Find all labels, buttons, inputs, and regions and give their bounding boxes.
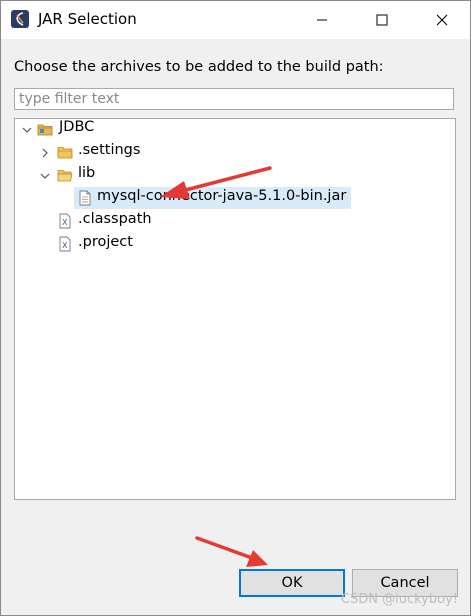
close-button[interactable] bbox=[415, 1, 469, 39]
tree-item-lib[interactable]: lib bbox=[78, 165, 95, 181]
title-bar[interactable]: JAR Selection bbox=[1, 1, 470, 39]
tree-item-classpath[interactable]: .classpath bbox=[78, 211, 152, 227]
chevron-right-icon[interactable] bbox=[39, 147, 51, 159]
maximize-icon bbox=[376, 14, 388, 26]
window-title: JAR Selection bbox=[38, 10, 137, 28]
chevron-down-icon[interactable] bbox=[21, 124, 33, 136]
folder-icon bbox=[57, 147, 73, 159]
minimize-icon bbox=[317, 19, 327, 21]
jar-selection-dialog: JAR Selection Choose the archives to be … bbox=[0, 0, 471, 616]
tree-item-settings[interactable]: .settings bbox=[78, 142, 140, 158]
svg-text:X: X bbox=[62, 218, 68, 227]
maximize-button[interactable] bbox=[355, 1, 409, 39]
watermark: CSDN @luckyboy! bbox=[340, 592, 458, 607]
filter-input[interactable] bbox=[14, 88, 454, 110]
tree-item-jar[interactable]: mysql-connector-java-5.1.0-bin.jar bbox=[97, 188, 346, 204]
tree-root-label[interactable]: JDBC bbox=[59, 119, 94, 135]
tree-item-project[interactable]: .project bbox=[78, 234, 133, 250]
chevron-down-icon[interactable] bbox=[39, 170, 51, 182]
instruction-label: Choose the archives to be added to the b… bbox=[14, 59, 384, 75]
ok-button[interactable]: OK bbox=[239, 569, 345, 597]
eclipse-app-icon bbox=[11, 10, 29, 28]
svg-text:X: X bbox=[62, 241, 68, 250]
open-folder-icon bbox=[57, 170, 73, 182]
xml-file-icon: X bbox=[59, 236, 71, 252]
minimize-button[interactable] bbox=[295, 1, 349, 39]
close-icon bbox=[436, 14, 448, 26]
jar-file-icon bbox=[79, 190, 91, 206]
xml-file-icon: X bbox=[59, 213, 71, 229]
project-folder-icon bbox=[37, 124, 53, 136]
